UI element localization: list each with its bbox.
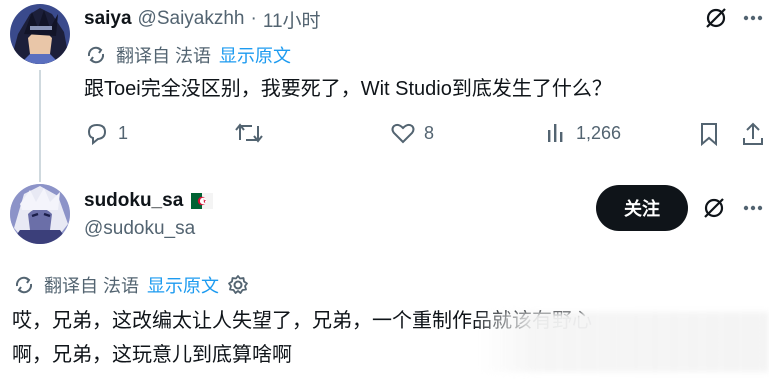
bookmark-icon[interactable] [696, 120, 722, 148]
reply-count: 1 [118, 122, 129, 143]
flag-icon [191, 193, 214, 209]
avatar-image [10, 184, 70, 244]
translated-from-label: 翻译自 法语 [116, 46, 212, 66]
like-button[interactable]: 8 [390, 120, 434, 146]
like-icon [390, 120, 416, 146]
tweet2-header: sudoku_sa [84, 188, 214, 214]
translate-icon [84, 43, 108, 67]
user-handle[interactable]: @Saiyakzhh [138, 8, 245, 30]
dot-separator: · [250, 8, 257, 29]
user-handle[interactable]: @sudoku_sa [84, 218, 195, 240]
view-count: 1,266 [576, 122, 622, 143]
tweet1-text: 跟Toei完全没区别，我要死了，Wit Studio到底发生了什么？ [84, 78, 612, 100]
reply-icon [84, 120, 110, 146]
more-icon[interactable] [740, 6, 766, 30]
reply-button[interactable]: 1 [84, 120, 128, 146]
like-count: 8 [424, 122, 435, 143]
views-icon [546, 120, 568, 146]
views-button[interactable]: 1,266 [546, 120, 621, 146]
show-original-link[interactable]: 显示原文 [147, 272, 219, 298]
share-icon[interactable] [740, 120, 766, 148]
settings-icon[interactable] [227, 274, 249, 296]
grok-icon[interactable] [702, 4, 730, 32]
avatar-saiya[interactable] [10, 4, 70, 64]
blur-overlay [478, 312, 769, 372]
tweet2-text-line2: 啊，兄弟，这玩意儿到底算啥啊 [12, 344, 292, 366]
tweet1-header: saiya @Saiyakzhh · 11小时 [84, 6, 321, 32]
thread-line [39, 70, 41, 182]
avatar-sudoku-sa[interactable] [10, 184, 70, 244]
avatar-image [10, 4, 70, 64]
translation-row: 翻译自 法语 显示原文 [84, 42, 291, 68]
retweet-button[interactable] [234, 120, 264, 146]
retweet-icon [234, 120, 264, 146]
show-original-link[interactable]: 显示原文 [219, 42, 291, 68]
more-icon[interactable] [740, 196, 766, 220]
translated-from-label: 翻译自 法语 [44, 276, 140, 296]
display-name[interactable]: sudoku_sa [84, 190, 183, 212]
translation-row: 翻译自 法语 显示原文 [12, 272, 249, 298]
timestamp[interactable]: 11小时 [263, 6, 321, 33]
translate-icon [12, 273, 36, 297]
display-name[interactable]: saiya [84, 8, 132, 30]
grok-icon[interactable] [700, 194, 728, 222]
follow-button[interactable]: 关注 [596, 185, 688, 231]
